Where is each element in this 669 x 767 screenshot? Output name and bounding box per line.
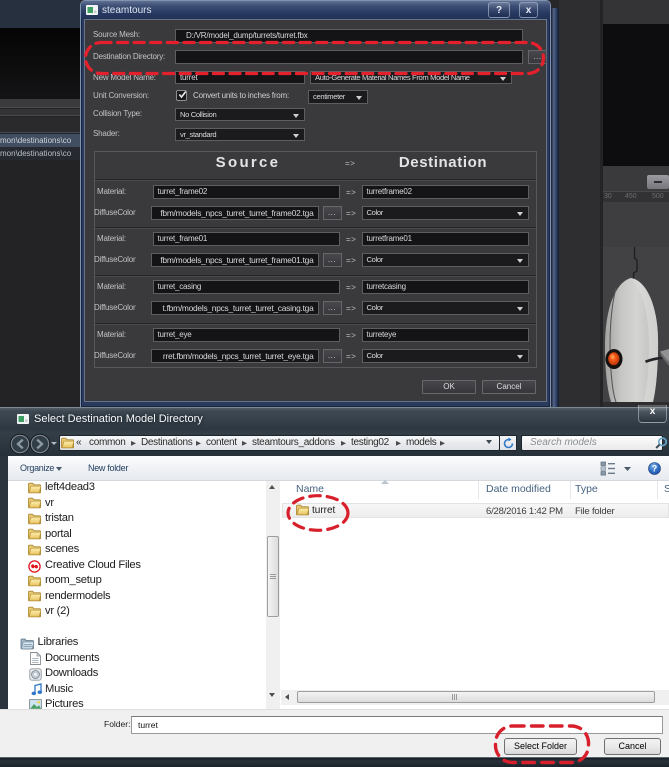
svg-text:?: ?	[652, 464, 658, 474]
